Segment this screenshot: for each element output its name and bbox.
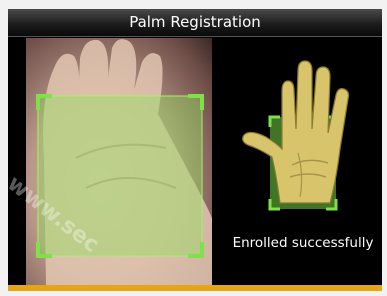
detection-box	[38, 96, 202, 256]
title-bar: Palm Registration	[8, 9, 382, 37]
accent-strip	[8, 285, 382, 291]
palm-camera-preview	[26, 38, 212, 285]
palm-hand-icon	[242, 60, 350, 211]
palm-photo	[36, 39, 212, 285]
device-screen: Palm Registration Enrolled successfully	[8, 9, 382, 291]
page-title: Palm Registration	[129, 13, 261, 31]
screenshot-frame: Palm Registration Enrolled successfully …	[0, 0, 387, 296]
status-message: Enrolled successfully	[232, 235, 374, 251]
